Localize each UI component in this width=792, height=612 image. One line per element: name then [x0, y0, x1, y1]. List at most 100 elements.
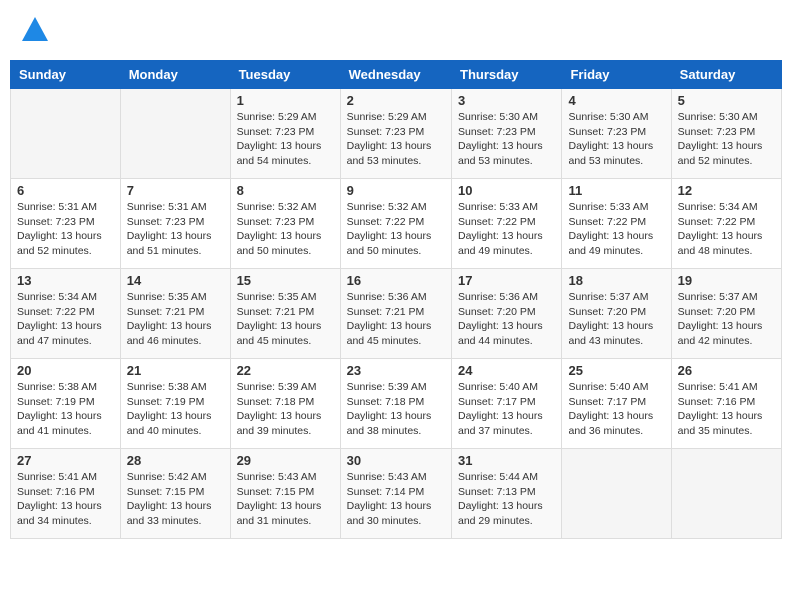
day-number: 4 [568, 93, 664, 108]
day-info: Sunrise: 5:29 AM Sunset: 7:23 PM Dayligh… [237, 110, 334, 169]
calendar-cell: 30 Sunrise: 5:43 AM Sunset: 7:14 PM Dayli… [340, 449, 451, 539]
calendar-cell: 12 Sunrise: 5:34 AM Sunset: 7:22 PM Dayli… [671, 179, 781, 269]
calendar-week-row: 1 Sunrise: 5:29 AM Sunset: 7:23 PM Daylig… [11, 89, 782, 179]
day-number: 2 [347, 93, 445, 108]
day-info: Sunrise: 5:40 AM Sunset: 7:17 PM Dayligh… [568, 380, 664, 439]
calendar-cell: 25 Sunrise: 5:40 AM Sunset: 7:17 PM Dayli… [562, 359, 671, 449]
day-info: Sunrise: 5:38 AM Sunset: 7:19 PM Dayligh… [17, 380, 114, 439]
day-info: Sunrise: 5:29 AM Sunset: 7:23 PM Dayligh… [347, 110, 445, 169]
col-header-thursday: Thursday [452, 61, 562, 89]
day-number: 3 [458, 93, 555, 108]
day-info: Sunrise: 5:31 AM Sunset: 7:23 PM Dayligh… [127, 200, 224, 259]
col-header-wednesday: Wednesday [340, 61, 451, 89]
calendar-week-row: 27 Sunrise: 5:41 AM Sunset: 7:16 PM Dayli… [11, 449, 782, 539]
day-info: Sunrise: 5:35 AM Sunset: 7:21 PM Dayligh… [237, 290, 334, 349]
calendar-cell [120, 89, 230, 179]
calendar-cell: 21 Sunrise: 5:38 AM Sunset: 7:19 PM Dayli… [120, 359, 230, 449]
day-info: Sunrise: 5:31 AM Sunset: 7:23 PM Dayligh… [17, 200, 114, 259]
calendar-week-row: 6 Sunrise: 5:31 AM Sunset: 7:23 PM Daylig… [11, 179, 782, 269]
day-number: 15 [237, 273, 334, 288]
calendar-week-row: 20 Sunrise: 5:38 AM Sunset: 7:19 PM Dayli… [11, 359, 782, 449]
calendar-cell: 15 Sunrise: 5:35 AM Sunset: 7:21 PM Dayli… [230, 269, 340, 359]
calendar-cell: 29 Sunrise: 5:43 AM Sunset: 7:15 PM Dayli… [230, 449, 340, 539]
calendar-cell [11, 89, 121, 179]
day-info: Sunrise: 5:30 AM Sunset: 7:23 PM Dayligh… [568, 110, 664, 169]
day-number: 1 [237, 93, 334, 108]
calendar-table: SundayMondayTuesdayWednesdayThursdayFrid… [10, 60, 782, 539]
day-info: Sunrise: 5:30 AM Sunset: 7:23 PM Dayligh… [678, 110, 775, 169]
day-number: 28 [127, 453, 224, 468]
day-number: 17 [458, 273, 555, 288]
calendar-cell: 19 Sunrise: 5:37 AM Sunset: 7:20 PM Dayli… [671, 269, 781, 359]
day-number: 25 [568, 363, 664, 378]
calendar-cell: 8Sunrise: 5:32 AM Sunset: 7:23 PM Daylig… [230, 179, 340, 269]
calendar-week-row: 13Sunrise: 5:34 AM Sunset: 7:22 PM Dayli… [11, 269, 782, 359]
day-number: 31 [458, 453, 555, 468]
calendar-cell: 27 Sunrise: 5:41 AM Sunset: 7:16 PM Dayli… [11, 449, 121, 539]
col-header-monday: Monday [120, 61, 230, 89]
day-number: 26 [678, 363, 775, 378]
day-number: 19 [678, 273, 775, 288]
day-info: Sunrise: 5:41 AM Sunset: 7:16 PM Dayligh… [678, 380, 775, 439]
day-info: Sunrise: 5:39 AM Sunset: 7:18 PM Dayligh… [237, 380, 334, 439]
page-header [10, 10, 782, 50]
day-info: Sunrise: 5:37 AM Sunset: 7:20 PM Dayligh… [678, 290, 775, 349]
day-number: 24 [458, 363, 555, 378]
day-info: Sunrise: 5:33 AM Sunset: 7:22 PM Dayligh… [568, 200, 664, 259]
day-number: 7 [127, 183, 224, 198]
day-info: Sunrise: 5:43 AM Sunset: 7:14 PM Dayligh… [347, 470, 445, 529]
day-number: 8 [237, 183, 334, 198]
calendar-cell: 10Sunrise: 5:33 AM Sunset: 7:22 PM Dayli… [452, 179, 562, 269]
day-info: Sunrise: 5:44 AM Sunset: 7:13 PM Dayligh… [458, 470, 555, 529]
day-number: 29 [237, 453, 334, 468]
calendar-cell: 2 Sunrise: 5:29 AM Sunset: 7:23 PM Daylig… [340, 89, 451, 179]
calendar-cell: 22 Sunrise: 5:39 AM Sunset: 7:18 PM Dayli… [230, 359, 340, 449]
day-number: 27 [17, 453, 114, 468]
day-info: Sunrise: 5:40 AM Sunset: 7:17 PM Dayligh… [458, 380, 555, 439]
calendar-cell: 6 Sunrise: 5:31 AM Sunset: 7:23 PM Daylig… [11, 179, 121, 269]
day-info: Sunrise: 5:35 AM Sunset: 7:21 PM Dayligh… [127, 290, 224, 349]
calendar-cell: 23Sunrise: 5:39 AM Sunset: 7:18 PM Dayli… [340, 359, 451, 449]
calendar-cell: 5 Sunrise: 5:30 AM Sunset: 7:23 PM Daylig… [671, 89, 781, 179]
col-header-tuesday: Tuesday [230, 61, 340, 89]
calendar-cell: 4 Sunrise: 5:30 AM Sunset: 7:23 PM Daylig… [562, 89, 671, 179]
calendar-cell: 26 Sunrise: 5:41 AM Sunset: 7:16 PM Dayli… [671, 359, 781, 449]
calendar-cell: 28 Sunrise: 5:42 AM Sunset: 7:15 PM Dayli… [120, 449, 230, 539]
day-info: Sunrise: 5:38 AM Sunset: 7:19 PM Dayligh… [127, 380, 224, 439]
day-info: Sunrise: 5:43 AM Sunset: 7:15 PM Dayligh… [237, 470, 334, 529]
day-number: 16 [347, 273, 445, 288]
col-header-friday: Friday [562, 61, 671, 89]
day-info: Sunrise: 5:34 AM Sunset: 7:22 PM Dayligh… [678, 200, 775, 259]
calendar-cell: 1 Sunrise: 5:29 AM Sunset: 7:23 PM Daylig… [230, 89, 340, 179]
day-info: Sunrise: 5:30 AM Sunset: 7:23 PM Dayligh… [458, 110, 555, 169]
calendar-cell [562, 449, 671, 539]
calendar-cell: 16Sunrise: 5:36 AM Sunset: 7:21 PM Dayli… [340, 269, 451, 359]
calendar-cell: 9 Sunrise: 5:32 AM Sunset: 7:22 PM Daylig… [340, 179, 451, 269]
logo-icon [20, 15, 50, 45]
day-number: 22 [237, 363, 334, 378]
calendar-cell: 20 Sunrise: 5:38 AM Sunset: 7:19 PM Dayli… [11, 359, 121, 449]
calendar-header-row: SundayMondayTuesdayWednesdayThursdayFrid… [11, 61, 782, 89]
calendar-cell [671, 449, 781, 539]
calendar-cell: 13Sunrise: 5:34 AM Sunset: 7:22 PM Dayli… [11, 269, 121, 359]
day-number: 21 [127, 363, 224, 378]
day-info: Sunrise: 5:42 AM Sunset: 7:15 PM Dayligh… [127, 470, 224, 529]
day-number: 18 [568, 273, 664, 288]
day-number: 9 [347, 183, 445, 198]
day-number: 30 [347, 453, 445, 468]
calendar-cell: 24 Sunrise: 5:40 AM Sunset: 7:17 PM Dayli… [452, 359, 562, 449]
calendar-cell: 18Sunrise: 5:37 AM Sunset: 7:20 PM Dayli… [562, 269, 671, 359]
logo [20, 15, 54, 45]
day-number: 5 [678, 93, 775, 108]
day-info: Sunrise: 5:36 AM Sunset: 7:20 PM Dayligh… [458, 290, 555, 349]
day-number: 20 [17, 363, 114, 378]
day-info: Sunrise: 5:32 AM Sunset: 7:22 PM Dayligh… [347, 200, 445, 259]
day-info: Sunrise: 5:33 AM Sunset: 7:22 PM Dayligh… [458, 200, 555, 259]
day-number: 12 [678, 183, 775, 198]
day-number: 6 [17, 183, 114, 198]
calendar-cell: 3 Sunrise: 5:30 AM Sunset: 7:23 PM Daylig… [452, 89, 562, 179]
calendar-cell: 7 Sunrise: 5:31 AM Sunset: 7:23 PM Daylig… [120, 179, 230, 269]
day-info: Sunrise: 5:41 AM Sunset: 7:16 PM Dayligh… [17, 470, 114, 529]
day-number: 13 [17, 273, 114, 288]
day-info: Sunrise: 5:39 AM Sunset: 7:18 PM Dayligh… [347, 380, 445, 439]
